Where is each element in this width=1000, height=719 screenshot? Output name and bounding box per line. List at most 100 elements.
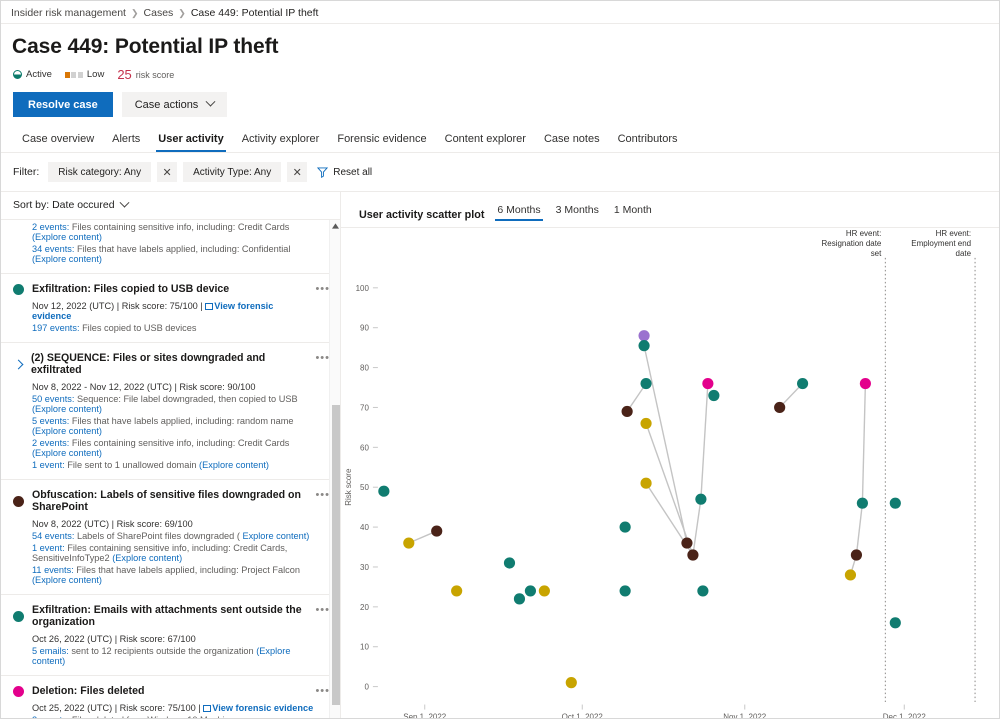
activity-more-options-icon[interactable]: ••• [315, 489, 330, 501]
scatter-point[interactable] [857, 498, 868, 509]
activity-more-options-icon[interactable]: ••• [315, 685, 330, 697]
breadcrumb-item-2: Case 449: Potential IP theft [191, 7, 319, 19]
activity-detail-line: 1 event: Files containing sensitive info… [32, 543, 314, 563]
activity-meta: Nov 8, 2022 (UTC) | Risk score: 69/100 [32, 519, 314, 529]
scatter-point[interactable] [640, 478, 651, 489]
tab-user-activity[interactable]: User activity [149, 129, 232, 152]
activity-card[interactable]: Nov 21, 2022 (UTC) | Risk score: 21/1004… [1, 219, 340, 274]
tab-alerts[interactable]: Alerts [103, 129, 149, 152]
breadcrumb-separator-icon: ❯ [178, 8, 186, 19]
case-actions-button[interactable]: Case actions [122, 92, 228, 117]
scatter-point[interactable] [687, 549, 698, 560]
filter-chip-risk-category-close-icon[interactable]: ✕ [157, 162, 177, 182]
scatter-point[interactable] [681, 537, 692, 548]
tab-content-explorer[interactable]: Content explorer [436, 129, 535, 152]
scatter-point[interactable] [860, 378, 871, 389]
scatter-point[interactable] [702, 378, 713, 389]
scatter-point[interactable] [695, 494, 706, 505]
scatter-point[interactable] [525, 585, 536, 596]
scatter-point[interactable] [697, 585, 708, 596]
scatter-point[interactable] [622, 406, 633, 417]
scatter-plot[interactable]: Risk score0102030405060708090100HR event… [341, 228, 999, 719]
scatter-point[interactable] [890, 498, 901, 509]
scatter-point[interactable] [845, 569, 856, 580]
activity-event-count[interactable]: 2 events: [32, 715, 69, 719]
case-tabs: Case overviewAlertsUser activityActivity… [1, 117, 999, 152]
tab-case-notes[interactable]: Case notes [535, 129, 609, 152]
explore-content-link[interactable]: (Explore content) [112, 553, 182, 563]
scatter-point[interactable] [403, 537, 414, 548]
explore-content-link[interactable]: (Explore content) [32, 254, 102, 264]
scatter-point[interactable] [514, 593, 525, 604]
scatter-point[interactable] [566, 677, 577, 688]
scatter-point[interactable] [378, 486, 389, 497]
activity-meta-text: Nov 8, 2022 - Nov 12, 2022 (UTC) | Risk … [32, 382, 256, 392]
scatter-point[interactable] [539, 585, 550, 596]
range-tab-6-months[interactable]: 6 Months [495, 204, 542, 221]
activity-more-options-icon[interactable]: ••• [315, 604, 330, 616]
tab-activity-explorer[interactable]: Activity explorer [233, 129, 329, 152]
breadcrumb-item-1[interactable]: Cases [144, 7, 174, 19]
activity-card[interactable]: Obfuscation: Labels of sensitive files d… [1, 480, 340, 595]
activity-more-options-icon[interactable]: ••• [315, 352, 330, 364]
expand-chevron-icon[interactable] [14, 359, 24, 369]
scatter-point[interactable] [708, 390, 719, 401]
explore-content-link[interactable]: (Explore content) [32, 426, 102, 436]
explore-content-link[interactable]: (Explore content) [32, 404, 102, 414]
filter-chip-activity-type-close-icon[interactable]: ✕ [287, 162, 307, 182]
activity-event-count[interactable]: 2 events: [32, 222, 69, 232]
activity-detail-line: 2 events: Files containing sensitive inf… [32, 222, 314, 242]
activity-event-count[interactable]: 5 events: [32, 416, 69, 426]
filter-chip-risk-category[interactable]: Risk category: Any [48, 162, 151, 182]
scatter-point[interactable] [431, 525, 442, 536]
breadcrumb-item-0[interactable]: Insider risk management [11, 7, 126, 19]
scatter-point[interactable] [620, 522, 631, 533]
reset-all-button[interactable]: Reset all [317, 167, 372, 178]
activity-event-count[interactable]: 5 emails: [32, 646, 69, 656]
explore-content-link[interactable]: (Explore content) [32, 448, 102, 458]
filter-chip-activity-type[interactable]: Activity Type: Any [183, 162, 281, 182]
activity-card[interactable]: (2) SEQUENCE: Files or sites downgraded … [1, 343, 340, 480]
scatter-point[interactable] [640, 378, 651, 389]
activity-event-count[interactable]: 197 events: [32, 323, 80, 333]
scatter-point[interactable] [851, 549, 862, 560]
range-tab-3-months[interactable]: 3 Months [554, 204, 601, 221]
activity-list-scroll-area[interactable]: Nov 21, 2022 (UTC) | Risk score: 21/1004… [1, 219, 340, 719]
resolve-case-button[interactable]: Resolve case [13, 92, 113, 117]
explore-content-link[interactable]: (Explore content) [32, 219, 279, 220]
scrollbar-thumb[interactable] [332, 405, 340, 705]
explore-content-link[interactable]: (Explore content) [199, 460, 269, 470]
explore-content-link[interactable]: (Explore content) [32, 232, 102, 242]
scatter-point[interactable] [890, 617, 901, 628]
activity-event-count[interactable]: 1 event: [32, 543, 65, 553]
explore-content-link[interactable]: Explore content) [242, 531, 309, 541]
view-forensic-evidence-link[interactable]: View forensic evidence [203, 703, 313, 713]
scatter-point[interactable] [640, 418, 651, 429]
scatter-point[interactable] [638, 340, 649, 351]
activity-event-count[interactable]: 2 events: [32, 438, 69, 448]
activity-event-count[interactable]: 34 events: [32, 244, 74, 254]
explore-content-link[interactable]: (Explore content) [32, 575, 102, 585]
activity-card[interactable]: Exfiltration: Emails with attachments se… [1, 595, 340, 676]
scatter-point[interactable] [504, 557, 515, 568]
scatter-point[interactable] [774, 402, 785, 413]
activity-more-options-icon[interactable]: ••• [315, 283, 330, 295]
activity-event-count[interactable]: 11 events: [32, 565, 74, 575]
tab-contributors[interactable]: Contributors [609, 129, 687, 152]
activity-meta: Oct 26, 2022 (UTC) | Risk score: 67/100 [32, 634, 314, 644]
activity-card[interactable]: Exfiltration: Files copied to USB device… [1, 274, 340, 343]
activity-card[interactable]: Deletion: Files deleted•••Oct 25, 2022 (… [1, 676, 340, 719]
activity-event-count[interactable]: 54 events: [32, 531, 74, 541]
scatter-point[interactable] [451, 585, 462, 596]
tab-forensic-evidence[interactable]: Forensic evidence [328, 129, 435, 152]
scatter-point[interactable] [797, 378, 808, 389]
activity-event-count[interactable]: 1 event: [32, 460, 65, 470]
tab-case-overview[interactable]: Case overview [13, 129, 103, 152]
range-tab-1-month[interactable]: 1 Month [612, 204, 654, 221]
scatter-point[interactable] [620, 585, 631, 596]
activity-list-scrollbar[interactable] [329, 220, 340, 719]
sort-by-control[interactable]: Sort by: Date occured [1, 192, 340, 219]
scroll-up-arrow-icon[interactable] [332, 223, 339, 229]
activity-event-count[interactable]: 50 events: [32, 394, 74, 404]
scatter-point[interactable] [638, 330, 649, 341]
